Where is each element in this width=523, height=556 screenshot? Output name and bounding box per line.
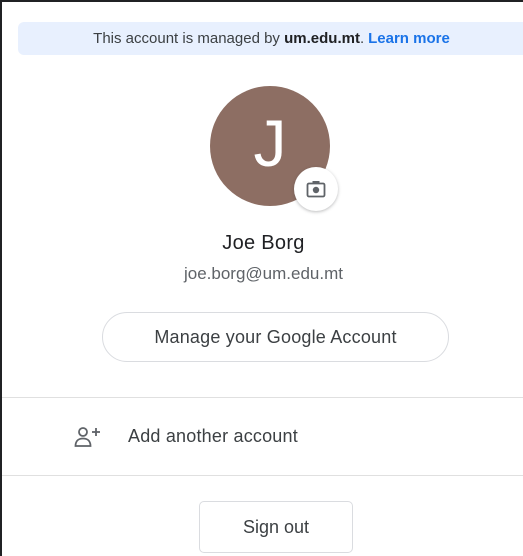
managed-account-notice: This account is managed by um.edu.mt. Le… [18,22,523,55]
change-photo-button[interactable] [294,167,338,211]
learn-more-link[interactable]: Learn more [368,30,450,47]
notice-period: . [359,30,365,47]
account-email: joe.borg@um.edu.mt [183,264,343,283]
manage-account-label: Manage your Google Account [154,326,397,347]
add-account-label: Add another account [128,426,298,446]
account-name: Joe Borg [222,232,305,254]
divider-top [2,397,523,398]
avatar-initial: J [253,106,287,180]
sign-out-label: Sign out [242,516,310,537]
sign-out-button[interactable]: Sign out [199,501,353,553]
notice-domain: um.edu.mt [284,30,360,47]
divider-bottom [2,475,523,476]
notice-text: This account is managed by [93,30,280,47]
person-add-icon [74,425,104,449]
add-account-item[interactable]: Add another account [4,399,523,474]
camera-icon [306,181,326,198]
account-menu-panel: This account is managed by um.edu.mt. Le… [0,0,523,556]
manage-account-button[interactable]: Manage your Google Account [102,312,449,362]
